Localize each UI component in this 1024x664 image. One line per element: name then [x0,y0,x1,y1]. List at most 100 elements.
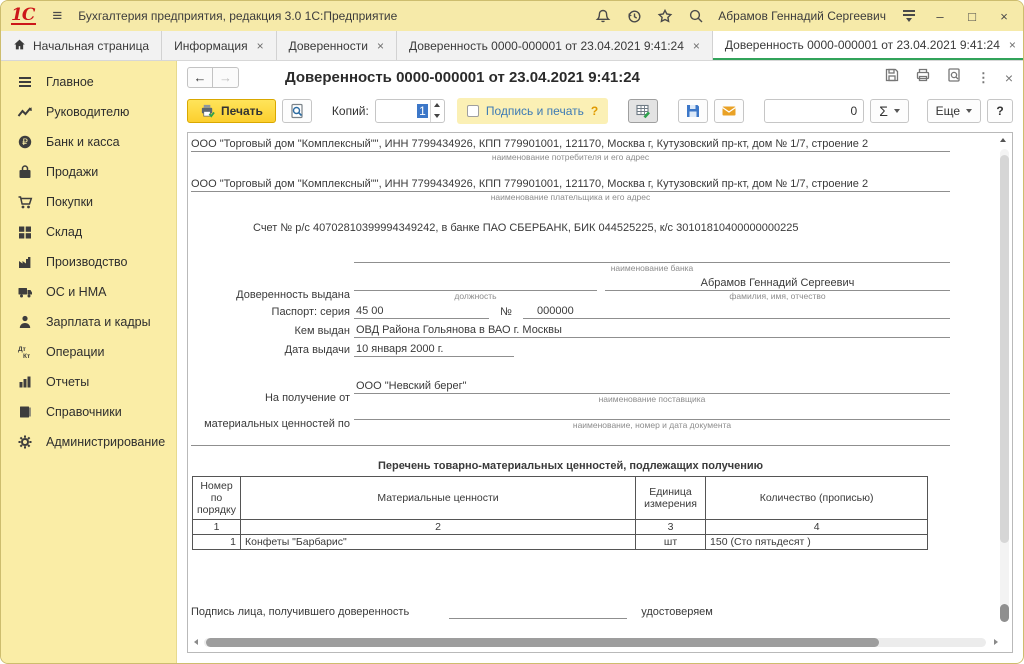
book-icon [16,404,33,421]
tmc-list-title: Перечень товарно-материальных ценностей,… [191,460,950,472]
issue-date-label: Дата выдачи [191,343,354,357]
issue-date-value: 10 января 2000 г. [354,342,514,357]
sidebar-item-operations[interactable]: ДтКт Операции [1,337,176,367]
printer-icon [200,103,215,118]
copies-label: Копий: [332,104,369,118]
payer-line: ООО "Торговый дом "Комплексный"", ИНН 77… [191,177,950,192]
sidebar-item-main[interactable]: Главное [1,67,176,97]
sidebar-item-reports[interactable]: Отчеты [1,367,176,397]
sidebar-item-production[interactable]: Производство [1,247,176,277]
sign-and-stamp-help-link[interactable]: ? [591,104,598,118]
main-menu-icon[interactable]: ≡ [46,6,68,26]
payer-caption: наименование плательщика и его адрес [191,192,950,203]
save-icon[interactable] [884,67,900,88]
bag-icon [16,164,33,181]
col-number: 3 [636,520,706,535]
favorites-star-icon[interactable] [656,8,673,25]
app-window: 1С ≡ Бухгалтерия предприятия, редакция 3… [0,0,1024,664]
tab-close-icon[interactable]: × [693,39,700,53]
tab-attorney-doc-1[interactable]: Доверенность 0000-000001 от 23.04.2021 9… [397,31,713,60]
notifications-bell-icon[interactable] [594,8,611,25]
factory-icon [16,254,33,271]
1c-logo: 1С [11,8,36,25]
counter-input[interactable] [764,99,864,123]
sidebar-item-label: Покупки [46,195,93,209]
debit-credit-icon: ДтКт [16,344,33,361]
minimize-button[interactable]: – [931,9,949,24]
scroll-up-arrow-icon[interactable] [1000,138,1006,142]
nav-forward-button[interactable]: → [213,67,239,88]
trend-arrow-icon [16,104,33,121]
print-preview-button[interactable] [282,99,312,123]
col-number: 1 [193,520,241,535]
document-caption: наименование, номер и дата документа [354,420,950,431]
quantity-cell: 150 (Сто пятьдесят ) [706,535,928,550]
scroll-left-arrow-icon[interactable] [194,639,198,645]
more-button-label: Еще [936,104,960,118]
sidebar-item-manager[interactable]: Руководителю [1,97,176,127]
nav-back-button[interactable]: ← [187,67,213,88]
sidebar-item-administration[interactable]: Администрирование [1,427,176,457]
passport-number: 000000 [523,304,950,319]
help-button[interactable]: ? [987,99,1013,123]
tab-close-icon[interactable]: × [377,39,384,53]
issued-by-label: Кем выдан [191,324,354,338]
tmc-colnum-row: 1 2 3 4 [193,520,928,535]
copies-value: 1 [417,104,428,118]
sidebar-item-label: Отчеты [46,375,89,389]
current-user[interactable]: Абрамов Геннадий Сергеевич [718,9,886,23]
sidebar-item-warehouse[interactable]: Склад [1,217,176,247]
tab-close-icon[interactable]: × [1009,38,1016,52]
tab-attorneys-list[interactable]: Доверенности × [277,31,397,60]
tab-label: Начальная страница [33,39,149,53]
tab-close-icon[interactable]: × [257,39,264,53]
sign-and-stamp-checkbox[interactable] [467,105,479,117]
more-menu-dots-icon[interactable]: ⋮ [977,70,990,86]
home-icon [13,38,26,54]
save-file-button[interactable] [678,99,708,123]
scroll-down-nub[interactable] [1000,604,1009,622]
print-form-area: ООО "Торговый дом "Комплексный"", ИНН 77… [187,132,1013,653]
sidebar-item-label: Производство [46,255,128,269]
sigma-label: Σ [879,103,888,119]
sidebar-item-label: Продажи [46,165,98,179]
scroll-right-arrow-icon[interactable] [994,639,998,645]
sum-button[interactable]: Σ [870,99,909,123]
copies-decrement[interactable] [431,111,444,122]
tab-information[interactable]: Информация × [162,31,277,60]
tab-home[interactable]: Начальная страница [1,31,162,60]
tab-attorney-doc-2-active[interactable]: Доверенность 0000-000001 от 23.04.2021 9… [713,31,1024,60]
vertical-scrollbar-thumb[interactable] [1000,155,1009,543]
sidebar-item-purchases[interactable]: Покупки [1,187,176,217]
more-button[interactable]: Еще [927,99,981,123]
horizontal-scrollbar[interactable] [204,638,986,647]
sidebar-item-salary-hr[interactable]: Зарплата и кадры [1,307,176,337]
supplier-caption: наименование поставщика [354,394,950,405]
sign-and-stamp-label[interactable]: Подпись и печать [486,104,584,118]
close-doc-button[interactable]: × [1005,70,1013,86]
copies-increment[interactable] [431,100,444,111]
consumer-line: ООО "Торговый дом "Комплексный"", ИНН 77… [191,137,950,152]
sidebar-item-directories[interactable]: Справочники [1,397,176,427]
account-line: Счет № р/с 40702810399994349242, в банке… [191,221,950,235]
history-icon[interactable] [625,8,642,25]
copies-stepper[interactable]: 1 [375,99,445,123]
tmc-data-row: 1 Конфеты "Барбарис" шт 150 (Сто пятьдес… [193,535,928,550]
passport-number-sign: № [489,305,523,319]
print-icon[interactable] [915,67,931,88]
print-button[interactable]: Печать [187,99,276,123]
send-email-button[interactable] [714,99,744,123]
maximize-button[interactable]: □ [963,9,981,24]
edit-table-button[interactable] [628,99,658,123]
preview-icon[interactable] [946,67,962,88]
sidebar-item-fixed-assets[interactable]: ОС и НМА [1,277,176,307]
service-settings-icon[interactable] [900,8,917,25]
close-window-button[interactable]: × [995,9,1013,24]
sidebar-item-bank-cash[interactable]: ₽ Банк и касса [1,127,176,157]
horizontal-scrollbar-thumb[interactable] [206,638,879,647]
tmc-table: Номер по порядку Материальные ценности Е… [192,476,928,550]
vertical-scrollbar[interactable] [1000,149,1009,622]
sidebar-item-sales[interactable]: Продажи [1,157,176,187]
doc-title: Доверенность 0000-000001 от 23.04.2021 9… [285,69,640,86]
search-icon[interactable] [687,8,704,25]
